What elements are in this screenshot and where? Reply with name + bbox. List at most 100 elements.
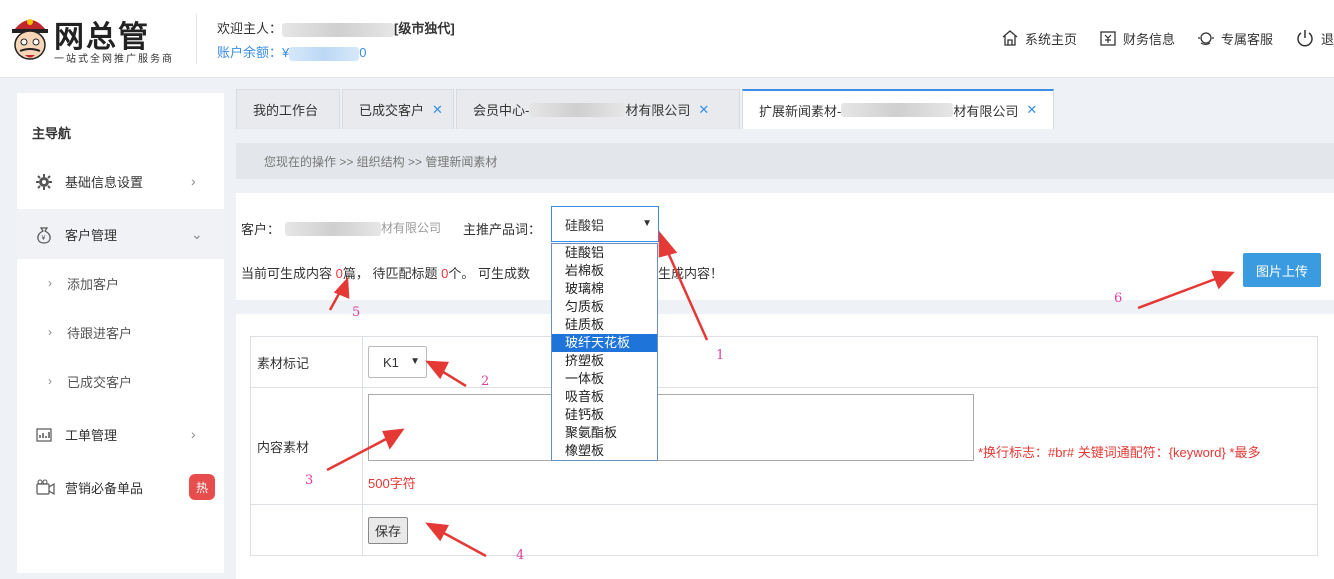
tab-workbench[interactable]: 我的工作台 bbox=[236, 89, 340, 129]
material-tag-label: 素材标记 bbox=[250, 336, 363, 388]
sidebar-item-marketing-products[interactable]: 营销必备单品 热 bbox=[17, 462, 224, 512]
nav-label: 专属客服 bbox=[1220, 31, 1273, 47]
close-icon[interactable]: ✕ bbox=[698, 102, 709, 118]
nav-system-home[interactable]: 系统主页 bbox=[1001, 26, 1077, 50]
home-icon bbox=[1002, 30, 1018, 46]
product-option[interactable]: 岩棉板 bbox=[552, 262, 657, 280]
tab-expand-news-material[interactable]: 扩展新闻素材- 材有限公司 ✕ bbox=[742, 89, 1054, 129]
chevron-right-icon: › bbox=[191, 173, 196, 189]
nav-finance[interactable]: 财务信息 bbox=[1099, 26, 1175, 50]
power-icon bbox=[1297, 30, 1313, 47]
status-text: 个。 可生成数 bbox=[448, 266, 530, 281]
sidebar-subitem-add-customer[interactable]: › 添加客户 bbox=[17, 259, 224, 307]
sidebar: 主导航 基础信息设置 › ¥ 客户管理 ⌄ › 添加客户 › 待跟进客户 › 已… bbox=[17, 93, 224, 573]
welcome-prefix: 欢迎主人： bbox=[217, 21, 283, 36]
content-material-cell: *换行标志：#br# 关键词通配符：{keyword} *最多 500字符 bbox=[362, 387, 1318, 505]
account-balance: 账户余额：¥ 0 bbox=[217, 42, 366, 61]
material-tag-select[interactable]: K1 ▼ bbox=[368, 346, 427, 378]
product-option[interactable]: 橡塑板 bbox=[552, 442, 657, 460]
annotation-label-6: 6 bbox=[1114, 291, 1123, 306]
sidebar-item-label: 基础信息设置 bbox=[65, 174, 144, 190]
hot-badge: 热 bbox=[189, 474, 215, 500]
close-icon[interactable]: ✕ bbox=[432, 102, 443, 118]
redacted-customer bbox=[285, 221, 381, 236]
status-text: 篇， 待匹配标题 bbox=[342, 266, 442, 281]
material-tag-cell: K1 ▼ bbox=[362, 336, 1318, 388]
sidebar-item-label: 客户管理 bbox=[65, 227, 118, 243]
annotation-label-4: 4 bbox=[516, 548, 525, 563]
tab-label: 我的工作台 bbox=[253, 103, 319, 118]
annotation-label-3: 3 bbox=[305, 473, 314, 488]
nav-logout[interactable]: 退 bbox=[1295, 26, 1334, 50]
chart-icon bbox=[36, 428, 52, 442]
product-keyword-select[interactable]: 硅酸铝 ▼ bbox=[551, 206, 659, 242]
chevron-down-icon: ⌄ bbox=[191, 225, 203, 242]
tab-label-prefix: 会员中心- bbox=[473, 103, 530, 118]
dropdown-arrow-icon: ▼ bbox=[410, 356, 420, 367]
camera-icon bbox=[36, 479, 55, 496]
welcome-text: 欢迎主人： [级市独代] bbox=[217, 18, 455, 37]
available-count: 0 bbox=[335, 266, 343, 281]
sidebar-item-label: 工单管理 bbox=[65, 427, 118, 443]
gear-icon bbox=[36, 174, 52, 190]
sidebar-item-customer-management[interactable]: ¥ 客户管理 ⌄ bbox=[17, 209, 224, 259]
content-material-textarea[interactable] bbox=[368, 394, 974, 461]
product-option[interactable]: 玻璃棉 bbox=[552, 280, 657, 298]
tab-closed-customers[interactable]: 已成交客户 ✕ bbox=[342, 89, 454, 129]
sidebar-subitem-pending-customer[interactable]: › 待跟进客户 bbox=[17, 308, 224, 356]
header-divider bbox=[196, 14, 197, 64]
top-nav: 系统主页 财务信息 专属客服 退 bbox=[979, 26, 1334, 50]
annotation-label-2: 2 bbox=[481, 374, 490, 389]
product-keyword-dropdown: 硅酸铝 岩棉板 玻璃棉 匀质板 硅质板 玻纤天花板 挤塑板 一体板 吸音板 硅钙… bbox=[551, 243, 658, 461]
product-keyword-value: 硅酸铝 bbox=[565, 217, 605, 233]
product-option[interactable]: 吸音板 bbox=[552, 388, 657, 406]
finance-icon bbox=[1100, 31, 1116, 46]
actions-cell: 保存 bbox=[362, 504, 1318, 556]
nav-customer-service[interactable]: 专属客服 bbox=[1197, 26, 1273, 50]
welcome-suffix: [级市独代] bbox=[394, 21, 455, 36]
image-upload-button[interactable]: 图片上传 bbox=[1243, 253, 1321, 287]
top-header: 网总管 一站式全网推广服务商 欢迎主人： [级市独代] 账户余额：¥ 0 系统主页 … bbox=[0, 0, 1334, 78]
sidebar-subitem-closed-customer[interactable]: › 已成交客户 bbox=[17, 357, 224, 405]
product-option[interactable]: 硅质板 bbox=[552, 316, 657, 334]
product-option[interactable]: 匀质板 bbox=[552, 298, 657, 316]
sidebar-item-basic-settings[interactable]: 基础信息设置 › bbox=[17, 156, 224, 206]
sidebar-subitem-label: 待跟进客户 bbox=[67, 325, 133, 341]
svg-text:¥: ¥ bbox=[42, 235, 46, 242]
breadcrumb: 您现在的操作 >> 组织结构 >> 管理新闻素材 bbox=[236, 143, 1334, 179]
product-option-highlighted[interactable]: 玻纤天花板 bbox=[552, 334, 657, 352]
customer-name: 材有限公司 bbox=[285, 219, 441, 236]
product-option[interactable]: 挤塑板 bbox=[552, 352, 657, 370]
product-option[interactable]: 聚氨酯板 bbox=[552, 424, 657, 442]
product-keyword-label: 主推产品词： bbox=[463, 222, 542, 237]
annotation-label-5: 5 bbox=[352, 305, 361, 320]
material-form: 素材标记 K1 ▼ 内容素材 *换行标志：#br# 关键词通配符：{keywor… bbox=[250, 336, 1318, 556]
form-row-material-tag: 素材标记 K1 ▼ bbox=[250, 336, 1318, 388]
mascot-icon bbox=[12, 19, 48, 60]
material-form-panel: 素材标记 K1 ▼ 内容素材 *换行标志：#br# 关键词通配符：{keywor… bbox=[236, 314, 1334, 579]
redacted-username bbox=[282, 22, 395, 37]
chevron-right-icon: › bbox=[48, 374, 52, 388]
sidebar-item-work-order[interactable]: 工单管理 › bbox=[17, 409, 224, 459]
form-row-actions: 保存 bbox=[250, 504, 1318, 556]
nav-label: 退 bbox=[1320, 31, 1334, 47]
product-option[interactable]: 硅酸铝 bbox=[552, 244, 657, 262]
service-icon bbox=[1198, 32, 1214, 46]
status-text: 当前可生成内容 bbox=[241, 266, 336, 281]
close-icon[interactable]: ✕ bbox=[1026, 102, 1037, 118]
tab-label-suffix: 材有限公司 bbox=[953, 103, 1019, 119]
chevron-right-icon: › bbox=[48, 325, 52, 339]
empty-label-cell bbox=[250, 504, 363, 556]
nav-label: 财务信息 bbox=[1122, 31, 1175, 47]
balance-prefix: 账户余额：¥ bbox=[217, 45, 290, 60]
logo-subtitle: 一站式全网推广服务商 bbox=[54, 54, 174, 65]
content-hint: *换行标志：#br# 关键词通配符：{keyword} *最多 bbox=[978, 445, 1261, 460]
sidebar-subitem-label: 添加客户 bbox=[67, 276, 120, 292]
tab-member-center[interactable]: 会员中心- 材有限公司 ✕ bbox=[456, 89, 740, 129]
product-option[interactable]: 一体板 bbox=[552, 370, 657, 388]
tab-label-prefix: 扩展新闻素材- bbox=[759, 103, 842, 119]
save-button[interactable]: 保存 bbox=[368, 516, 409, 544]
sidebar-subitem-label: 已成交客户 bbox=[67, 374, 133, 390]
money-bag-icon: ¥ bbox=[37, 227, 51, 244]
product-option[interactable]: 硅钙板 bbox=[552, 406, 657, 424]
